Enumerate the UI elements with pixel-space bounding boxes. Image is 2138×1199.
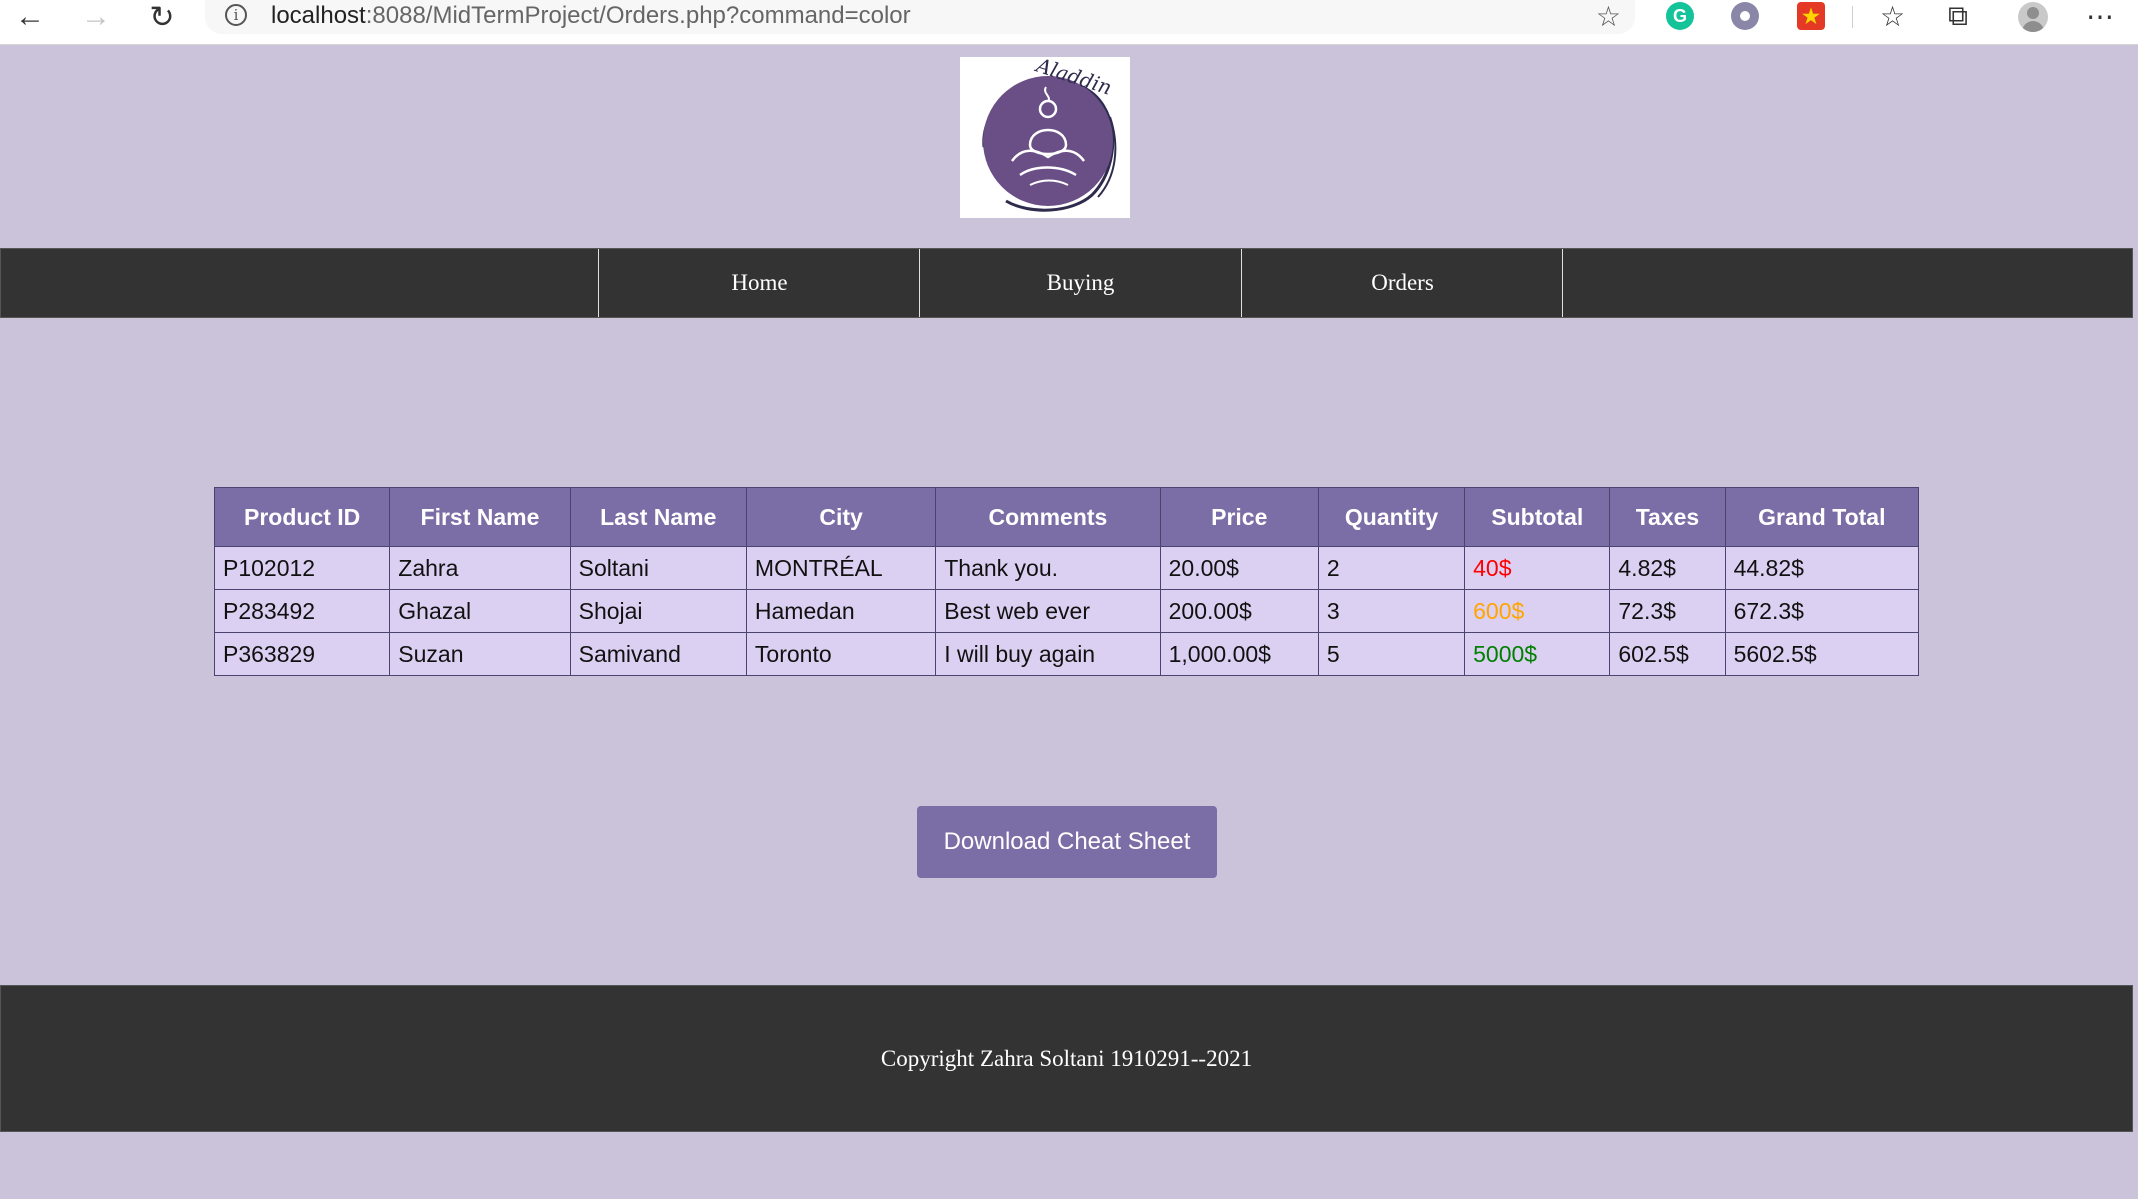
grand-total-cell: 672.3$ [1724,589,1920,633]
taxes-cell: 602.5$ [1609,632,1726,676]
first-name-cell: Suzan [389,632,571,676]
city-cell: Toronto [745,632,937,676]
comments-cell: Best web ever [935,589,1161,633]
quantity-cell: 3 [1317,589,1466,633]
taxes-cell: 4.82$ [1609,546,1726,590]
price-cell: 1,000.00$ [1159,632,1319,676]
column-header-quantity: Quantity [1317,487,1466,547]
quantity-cell: 5 [1317,632,1466,676]
column-header-product-id: Product ID [213,487,391,547]
first-name-cell: Zahra [389,546,571,590]
site-footer: Copyright Zahra Soltani 1910291--2021 [0,985,2133,1132]
last-name-cell: Samivand [569,632,747,676]
site-logo: Aladdin [960,52,1130,218]
product-id-cell: P283492 [213,589,391,633]
taxes-cell: 72.3$ [1609,589,1726,633]
column-header-comments: Comments [935,487,1161,547]
first-name-cell: Ghazal [389,589,571,633]
orders-table: Product ID First Name Last Name City Com… [213,487,1920,676]
price-cell: 200.00$ [1159,589,1319,633]
column-header-taxes: Taxes [1609,487,1726,547]
nav-divider [1562,249,1563,317]
forward-arrow-icon[interactable]: → [74,0,118,34]
browser-toolbar: ← → ↻ i localhost:8088/MidTermProject/Or… [0,0,2138,45]
column-header-last-name: Last Name [569,487,747,547]
last-name-cell: Shojai [569,589,747,633]
nav-item-buying[interactable]: Buying [919,249,1241,317]
nav-item-home[interactable]: Home [598,249,920,317]
comments-cell: Thank you. [935,546,1161,590]
main-navigation: Home Buying Orders [0,248,2133,318]
table-row: P363829 Suzan Samivand Toronto I will bu… [213,632,1920,676]
table-row: P102012 Zahra Soltani MONTRÉAL Thank you… [213,546,1920,590]
table-row: P283492 Ghazal Shojai Hamedan Best web e… [213,589,1920,633]
product-id-cell: P363829 [213,632,391,676]
last-name-cell: Soltani [569,546,747,590]
city-cell: MONTRÉAL [745,546,937,590]
product-id-cell: P102012 [213,546,391,590]
collections-icon[interactable]: ⧉ [1948,0,1968,32]
extension-star-icon[interactable]: ★ [1797,2,1825,30]
grand-total-cell: 44.82$ [1724,546,1920,590]
toolbar-divider [1852,6,1853,28]
table-header-row: Product ID First Name Last Name City Com… [213,487,1920,547]
column-header-subtotal: Subtotal [1464,487,1611,547]
back-arrow-icon[interactable]: ← [8,0,52,34]
more-menu-icon[interactable]: ⋯ [2086,0,2114,32]
grammarly-icon[interactable]: G [1666,2,1694,30]
column-header-first-name: First Name [389,487,571,547]
refresh-icon[interactable]: ↻ [140,0,184,34]
favorites-icon[interactable]: ☆ [1880,0,1905,32]
url-text: localhost:8088/MidTermProject/Orders.php… [271,2,911,29]
info-icon[interactable]: i [225,4,247,26]
address-bar[interactable]: i localhost:8088/MidTermProject/Orders.p… [205,0,1635,34]
comments-cell: I will buy again [935,632,1161,676]
city-cell: Hamedan [745,589,937,633]
column-header-grand-total: Grand Total [1724,487,1920,547]
profile-avatar-icon[interactable] [2018,2,2048,32]
nav-item-orders[interactable]: Orders [1241,249,1563,317]
copyright-text: Copyright Zahra Soltani 1910291--2021 [880,1045,1253,1071]
column-header-city: City [745,487,937,547]
column-header-price: Price [1159,487,1319,547]
price-cell: 20.00$ [1159,546,1319,590]
extension-circle-icon[interactable] [1731,2,1759,30]
subtotal-cell: 600$ [1464,589,1611,633]
subtotal-cell: 40$ [1464,546,1611,590]
quantity-cell: 2 [1317,546,1466,590]
add-favorite-icon[interactable]: ☆ [1596,0,1621,33]
grand-total-cell: 5602.5$ [1724,632,1920,676]
download-cheat-sheet-button[interactable]: Download Cheat Sheet [917,806,1217,878]
subtotal-cell: 5000$ [1464,632,1611,676]
